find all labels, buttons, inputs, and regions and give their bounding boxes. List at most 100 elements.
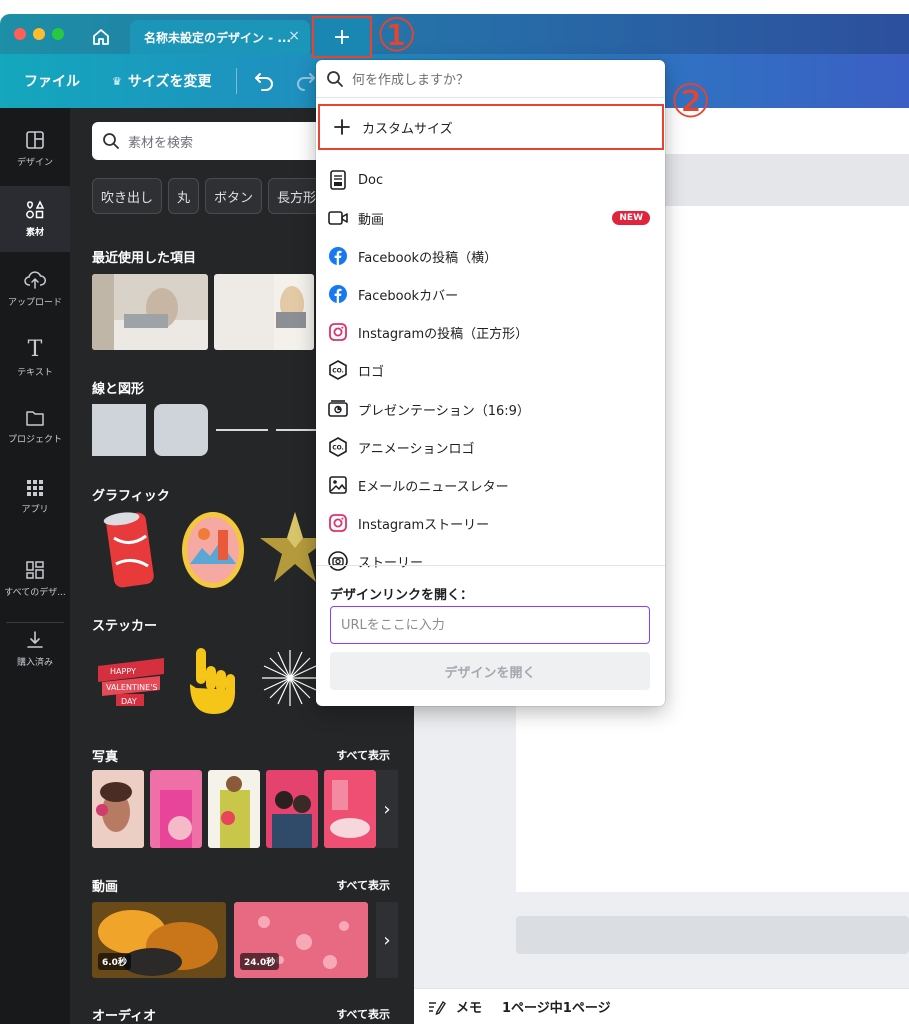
menu-item-video[interactable]: 動画 NEW <box>316 199 665 237</box>
add-page-button[interactable] <box>516 916 909 954</box>
upload-icon <box>24 271 46 289</box>
create-search-box[interactable]: 何を作成しますか？ <box>316 60 665 98</box>
photo-thumb-4[interactable] <box>266 770 318 848</box>
menu-item-label: カスタムサイズ <box>362 121 453 137</box>
annotation-marker-1: ① <box>376 14 418 62</box>
section-title-stickers: ステッカー <box>92 619 158 634</box>
chip-speech-bubble[interactable]: 吹き出し <box>92 178 163 214</box>
shape-line[interactable] <box>216 429 268 431</box>
elements-icon <box>26 200 45 219</box>
shape-rounded-square[interactable] <box>154 404 208 456</box>
menu-item-logo[interactable]: CO. ロゴ <box>316 351 665 389</box>
close-window-button[interactable] <box>14 28 26 40</box>
chip-button[interactable]: ボタン <box>205 178 263 214</box>
create-search-input[interactable]: 何を作成しますか？ <box>352 69 469 88</box>
home-button[interactable] <box>84 20 118 54</box>
chip-circle[interactable]: 丸 <box>168 178 200 214</box>
menu-item-label: プレゼンテーション（16:9） <box>358 403 530 419</box>
left-rail: デザイン 素材 アップロード T テキスト プロジェクト アプリ すべてのデザ.… <box>0 108 70 1024</box>
crown-icon: ♛ <box>112 74 122 88</box>
notes-button[interactable]: メモ <box>456 997 482 1016</box>
recent-photo-2[interactable] <box>214 274 314 350</box>
svg-text:HAPPY: HAPPY <box>110 667 136 676</box>
menu-item-label: ロゴ <box>358 364 385 380</box>
menu-item-instagram-story[interactable]: Instagramストーリー <box>316 504 665 542</box>
minimize-window-button[interactable] <box>33 28 45 40</box>
photo-thumb-1[interactable] <box>92 770 144 848</box>
undo-icon[interactable] <box>252 68 276 92</box>
maximize-window-button[interactable] <box>52 28 64 40</box>
audio-see-all-link[interactable]: すべて表示 <box>336 1006 390 1022</box>
search-icon <box>103 133 119 149</box>
cola-can-graphic[interactable] <box>100 508 162 590</box>
resize-button[interactable]: ♛ サイズを変更 <box>112 71 211 91</box>
rail-label: プロジェクト <box>7 435 62 445</box>
recent-photo-1[interactable] <box>92 274 208 350</box>
menu-item-presentation[interactable]: プレゼンテーション（16:9） <box>316 390 665 428</box>
rail-item-elements[interactable]: 素材 <box>0 186 70 252</box>
section-title-graphics: グラフィック <box>92 489 170 504</box>
design-url-input[interactable] <box>330 606 650 644</box>
design-icon <box>26 131 44 149</box>
menu-item-animated-logo[interactable]: CO. アニメーションロゴ <box>316 428 665 466</box>
rail-item-purchased[interactable]: 購入済み <box>0 616 70 682</box>
menu-item-story[interactable]: ストーリー <box>316 542 665 580</box>
menu-item-facebook-post[interactable]: Facebookの投稿（横） <box>316 237 665 275</box>
logo-icon: CO. <box>328 360 348 380</box>
apps-icon <box>27 480 43 496</box>
resize-label: サイズを変更 <box>127 74 212 90</box>
rail-label: デザイン <box>16 158 53 168</box>
elements-search-input[interactable]: 素材を検索 <box>128 132 193 151</box>
page-count[interactable]: 1ページ中1ページ <box>502 997 611 1016</box>
valentine-sticker[interactable]: HAPPY VALENTINE'S DAY <box>94 648 168 708</box>
menu-item-facebook-cover[interactable]: Facebookカバー <box>316 275 665 313</box>
search-icon <box>327 70 343 87</box>
menu-item-doc[interactable]: Doc <box>316 161 665 199</box>
photos-see-all-link[interactable]: すべて表示 <box>336 747 390 763</box>
logo-icon: CO. <box>328 437 348 457</box>
redo-icon[interactable] <box>294 68 318 92</box>
new-design-tab-button[interactable]: + <box>312 16 372 58</box>
video-thumb-1[interactable]: 6.0秒 <box>92 902 226 978</box>
menu-item-instagram-post[interactable]: Instagramの投稿（正方形） <box>316 313 665 351</box>
open-design-button[interactable]: デザインを開く <box>330 652 650 690</box>
plus-icon <box>332 117 352 137</box>
download-icon <box>27 631 43 648</box>
photos-next-icon[interactable]: › <box>376 770 398 848</box>
section-title-photos: 写真 <box>92 750 119 765</box>
menu-item-label: ストーリー <box>358 555 424 571</box>
photo-thumb-5[interactable] <box>324 770 376 848</box>
photo-thumb-2[interactable] <box>150 770 202 848</box>
tab-title: 名称未設定のデザイン - ... <box>144 30 292 45</box>
videos-next-icon[interactable]: › <box>376 902 398 978</box>
file-menu-button[interactable]: ファイル <box>24 71 80 91</box>
video-thumb-2[interactable]: 24.0秒 <box>234 902 368 978</box>
image-icon <box>328 475 348 495</box>
pointing-hand-sticker[interactable] <box>184 644 244 716</box>
section-title-audio: オーディオ <box>92 1009 157 1024</box>
menu-item-custom-size[interactable]: カスタムサイズ <box>318 104 664 150</box>
rail-label: アプリ <box>21 505 49 515</box>
section-title-videos: 動画 <box>92 880 119 895</box>
shape-line[interactable] <box>276 429 316 431</box>
notes-icon[interactable] <box>428 999 446 1015</box>
facebook-icon <box>328 284 348 304</box>
sparkle-sticker[interactable] <box>260 648 320 708</box>
design-tab[interactable]: 名称未設定のデザイン - ... × <box>130 20 310 54</box>
instagram-icon <box>328 322 348 342</box>
rail-label: アップロード <box>7 298 62 308</box>
menu-item-email-newsletter[interactable]: Eメールのニュースレター <box>316 466 665 504</box>
video-duration-badge: 6.0秒 <box>98 953 131 970</box>
tab-close-icon[interactable]: × <box>288 28 300 44</box>
rail-item-text[interactable]: T テキスト <box>0 326 70 392</box>
rail-item-projects[interactable]: プロジェクト <box>0 394 70 460</box>
rail-item-all-designs[interactable]: すべてのデザ... <box>0 546 70 612</box>
home-icon <box>93 29 109 45</box>
japan-badge-graphic[interactable] <box>180 510 246 590</box>
photo-thumb-3[interactable] <box>208 770 260 848</box>
videos-see-all-link[interactable]: すべて表示 <box>336 877 390 893</box>
rail-item-design[interactable]: デザイン <box>0 116 70 182</box>
rail-item-apps[interactable]: アプリ <box>0 464 70 530</box>
shape-square[interactable] <box>92 404 146 456</box>
rail-item-upload[interactable]: アップロード <box>0 256 70 322</box>
